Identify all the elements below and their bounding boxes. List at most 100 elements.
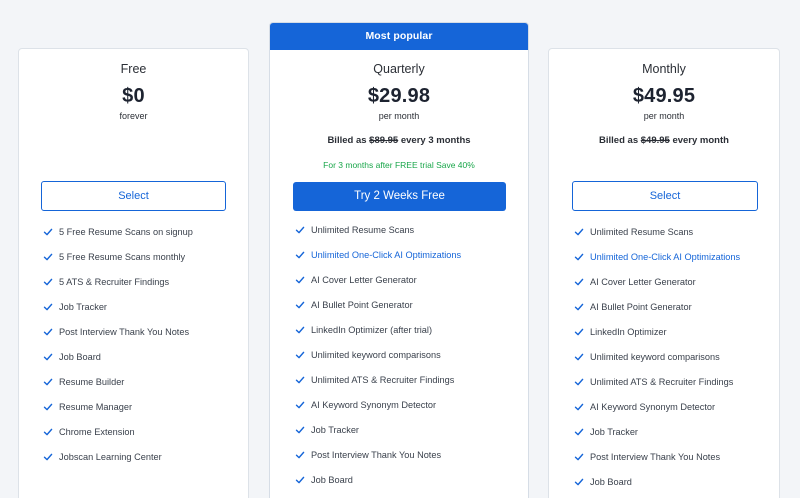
feature-list: Unlimited Resume Scans Unlimited One-Clic… [295,217,461,493]
check-icon [43,277,53,287]
check-icon [295,300,305,310]
check-icon [295,225,305,235]
feature-text: AI Keyword Synonym Detector [590,402,716,413]
check-icon [574,427,584,437]
check-icon [295,275,305,285]
billing-note: Billed as $89.95 every 3 months [270,135,528,146]
feature-item: LinkedIn Optimizer (after trial) [295,317,461,342]
feature-text: Resume Manager [59,402,133,413]
plan-price: $49.95 [632,85,696,107]
plan-name: Quarterly [373,62,425,76]
feature-item: Resume Manager [43,395,193,420]
feature-text: Unlimited ATS & Recruiter Findings [311,375,455,386]
feature-item: AI Cover Letter Generator [574,269,740,294]
plan-price: $0 [122,85,145,107]
plan-period: per month [378,111,420,121]
feature-text: AI Cover Letter Generator [590,276,696,287]
check-icon [295,450,305,460]
check-icon [43,402,53,412]
billing-suffix: every month [669,135,729,146]
check-icon [295,375,305,385]
feature-text: Unlimited ATS & Recruiter Findings [590,377,734,388]
feature-text: 5 Free Resume Scans on signup [59,226,193,237]
feature-text: Resume Builder [59,377,125,388]
feature-item: Post Interview Thank You Notes [574,445,740,470]
billing-prefix: Billed as [327,135,370,146]
feature-text: Chrome Extension [59,427,135,438]
feature-text: Job Board [59,352,101,363]
feature-item: Unlimited keyword comparisons [295,342,461,367]
feature-item: Unlimited One-Click AI Optimizations [574,244,740,269]
feature-item: Job Board [295,468,461,493]
plan-name: Free [120,62,147,76]
plan-card-quarterly: Most popular Quarterly $29.98 per month … [269,22,529,498]
feature-text: Job Tracker [59,301,107,312]
feature-item: Job Tracker [43,294,193,319]
original-price: $49.95 [640,135,670,146]
plan-period: per month [643,111,685,121]
feature-item: Unlimited keyword comparisons [574,344,740,369]
feature-text: Unlimited Resume Scans [311,224,415,235]
check-icon [43,302,53,312]
promo-text: For 3 months after FREE trial Save 40% [323,160,475,170]
feature-text: AI Keyword Synonym Detector [311,400,437,411]
check-icon [574,402,584,412]
check-icon [574,327,584,337]
check-icon [43,452,53,462]
feature-item: Unlimited ATS & Recruiter Findings [295,368,461,393]
feature-item: AI Cover Letter Generator [295,267,461,292]
feature-item: AI Bullet Point Generator [574,294,740,319]
feature-text: Post Interview Thank You Notes [590,452,721,463]
check-icon [43,352,53,362]
feature-text[interactable]: Unlimited One-Click AI Optimizations [590,252,740,262]
feature-text: Job Board [590,477,632,488]
feature-text: LinkedIn Optimizer [590,326,667,337]
check-icon [574,227,584,237]
feature-item: Unlimited Resume Scans [574,219,740,244]
feature-item: 5 Free Resume Scans on signup [43,219,193,244]
feature-item: Resume Builder [43,370,193,395]
feature-item: Unlimited One-Click AI Optimizations [295,242,461,267]
feature-item: 5 Free Resume Scans monthly [43,244,193,269]
feature-text: 5 Free Resume Scans monthly [59,251,186,262]
feature-item: Post Interview Thank You Notes [43,319,193,344]
check-icon [574,477,584,487]
feature-text: Unlimited keyword comparisons [311,350,441,361]
feature-text: Unlimited Resume Scans [590,226,694,237]
check-icon [295,400,305,410]
feature-item: Jobscan Learning Center [43,445,193,470]
feature-item: Unlimited ATS & Recruiter Findings [574,370,740,395]
check-icon [574,277,584,287]
check-icon [43,252,53,262]
feature-item: AI Keyword Synonym Detector [574,395,740,420]
select-monthly-button[interactable]: Select [572,181,758,211]
select-free-button[interactable]: Select [41,181,226,211]
check-icon [574,377,584,387]
try-free-trial-button[interactable]: Try 2 Weeks Free [293,182,506,211]
check-icon [43,377,53,387]
check-icon [295,475,305,485]
feature-text: Job Tracker [311,425,359,436]
feature-item: Job Tracker [574,420,740,445]
check-icon [295,425,305,435]
feature-text: Job Tracker [590,427,638,438]
feature-item: Post Interview Thank You Notes [295,443,461,468]
feature-text: 5 ATS & Recruiter Findings [59,276,170,287]
feature-item: Unlimited Resume Scans [295,217,461,242]
feature-text: Jobscan Learning Center [59,452,162,463]
plan-card-free: Free $0 forever Select 5 Free Resume Sca… [18,48,249,498]
check-icon [574,352,584,362]
check-icon [574,252,584,262]
feature-text: Post Interview Thank You Notes [59,326,190,337]
feature-text: AI Cover Letter Generator [311,274,417,285]
feature-item: AI Keyword Synonym Detector [295,393,461,418]
plan-name: Monthly [642,62,686,76]
plan-period: forever [119,111,148,121]
feature-text[interactable]: Unlimited One-Click AI Optimizations [311,250,461,260]
most-popular-badge: Most popular [270,23,528,50]
feature-item: AI Bullet Point Generator [295,292,461,317]
feature-text: LinkedIn Optimizer (after trial) [311,324,433,335]
feature-item: 5 ATS & Recruiter Findings [43,269,193,294]
feature-item: LinkedIn Optimizer [574,319,740,344]
check-icon [574,452,584,462]
